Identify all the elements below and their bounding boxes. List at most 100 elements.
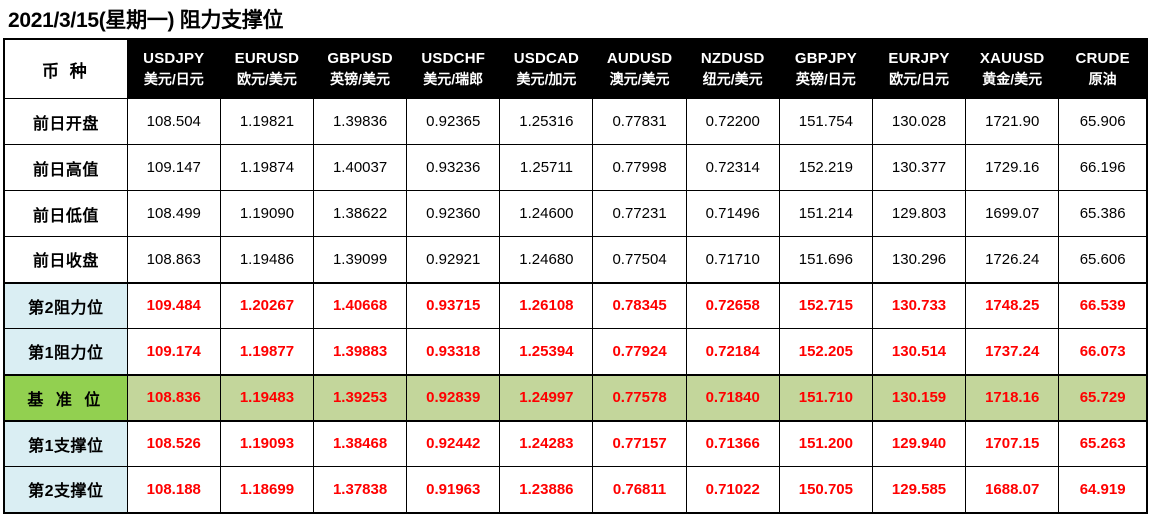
cell-value: 0.71022: [685, 466, 780, 513]
header-col-usdcad: USDCAD 美元/加元: [499, 38, 594, 99]
cell-value: 66.196: [1058, 144, 1148, 191]
table-row: 前日低值 108.499 1.19090 1.38622 0.92360 1.2…: [3, 190, 1148, 237]
cell-value: 1699.07: [965, 190, 1060, 237]
cell-value: 1.39836: [313, 98, 408, 145]
cell-value: 0.71366: [685, 420, 780, 467]
row-label: 第1支撑位: [3, 420, 128, 467]
header-code: GBPUSD: [327, 50, 393, 68]
cell-value: 1688.07: [965, 466, 1060, 513]
cell-value: 130.377: [871, 144, 967, 191]
table-row: 第2阻力位 109.484 1.20267 1.40668 0.93715 1.…: [3, 281, 1148, 329]
cell-value: 0.92921: [406, 236, 501, 283]
cell-value: 108.526: [126, 420, 221, 467]
header-col-xauusd: XAUUSD 黄金/美元: [965, 38, 1060, 99]
cell-value: 0.93236: [406, 144, 501, 191]
cell-value: 108.863: [126, 236, 221, 283]
cell-value: 0.77998: [592, 144, 687, 191]
cell-value: 1.19877: [219, 328, 315, 375]
cell-value: 1.18699: [219, 466, 315, 513]
cell-value: 1.24283: [499, 420, 594, 467]
header-cn: 原油: [1088, 70, 1117, 87]
cell-value: 0.78345: [592, 281, 687, 329]
cell-value: 1.38622: [313, 190, 408, 237]
cell-value: 0.93318: [406, 328, 501, 375]
pivot-levels-table: 币 种 USDJPY 美元/日元 EURUSD 欧元/美元 GBPUSD 英镑/…: [3, 38, 1148, 514]
cell-value: 109.484: [126, 281, 221, 329]
cell-value: 151.200: [778, 420, 873, 467]
cell-value: 1.25316: [499, 98, 594, 145]
cell-value: 0.77157: [592, 420, 687, 467]
page-root: 2021/3/15(星期一) 阻力支撑位 币 种 USDJPY 美元/日元 EU…: [0, 0, 1151, 525]
cell-value: 0.92442: [406, 420, 501, 467]
header-cn: 欧元/美元: [236, 70, 297, 87]
header-col-eurusd: EURUSD 欧元/美元: [219, 38, 315, 99]
cell-value: 65.906: [1058, 98, 1148, 145]
header-code: GBPJPY: [794, 50, 857, 68]
cell-value: 1707.15: [965, 420, 1060, 467]
cell-value: 64.919: [1058, 466, 1148, 513]
cell-value: 0.77924: [592, 328, 687, 375]
cell-value: 0.77578: [592, 373, 687, 422]
cell-value: 1.38468: [313, 420, 408, 467]
header-code: USDCAD: [513, 50, 580, 68]
row-label: 前日收盘: [3, 236, 128, 283]
cell-value: 108.504: [126, 98, 221, 145]
cell-value: 152.219: [778, 144, 873, 191]
cell-value: 0.72314: [685, 144, 780, 191]
row-label: 前日低值: [3, 190, 128, 237]
cell-value: 1.25394: [499, 328, 594, 375]
header-cn: 纽元/美元: [702, 70, 763, 87]
table-row: 前日高值 109.147 1.19874 1.40037 0.93236 1.2…: [3, 144, 1148, 191]
header-code: AUDUSD: [606, 50, 673, 68]
cell-value: 0.72200: [685, 98, 780, 145]
title-bar: 2021/3/15(星期一) 阻力支撑位: [0, 0, 1151, 38]
cell-value: 130.733: [871, 281, 967, 329]
cell-value: 0.92839: [406, 373, 501, 422]
header-code: CRUDE: [1075, 50, 1130, 68]
cell-value: 1.19821: [219, 98, 315, 145]
header-cn: 英镑/美元: [330, 70, 391, 87]
cell-value: 108.836: [126, 373, 221, 422]
cell-value: 0.71496: [685, 190, 780, 237]
cell-value: 1.24680: [499, 236, 594, 283]
row-label: 前日开盘: [3, 98, 128, 145]
cell-value: 0.76811: [592, 466, 687, 513]
header-col-gbpusd: GBPUSD 英镑/美元: [313, 38, 408, 99]
row-label: 前日高值: [3, 144, 128, 191]
header-cn: 欧元/日元: [889, 70, 949, 87]
header-cn: 美元/瑞郎: [423, 70, 484, 87]
page-title: 2021/3/15(星期一) 阻力支撑位: [8, 9, 284, 32]
cell-value: 1.23886: [499, 466, 594, 513]
cell-value: 151.214: [778, 190, 873, 237]
table-row: 前日开盘 108.504 1.19821 1.39836 0.92365 1.2…: [3, 98, 1148, 145]
cell-value: 1.37838: [313, 466, 408, 513]
header-code: NZDUSD: [700, 50, 765, 68]
header-currency-label: 币 种: [3, 38, 128, 99]
cell-value: 1.19483: [219, 373, 315, 422]
header-cn: 美元/日元: [143, 70, 204, 87]
cell-value: 1721.90: [965, 98, 1060, 145]
cell-value: 150.705: [778, 466, 873, 513]
cell-value: 0.77831: [592, 98, 687, 145]
cell-value: 1.40668: [313, 281, 408, 329]
cell-value: 1726.24: [965, 236, 1060, 283]
cell-value: 129.940: [871, 420, 967, 467]
cell-value: 65.606: [1058, 236, 1148, 283]
row-label: 第2阻力位: [3, 281, 128, 329]
cell-value: 1.19093: [219, 420, 315, 467]
row-label: 第1阻力位: [3, 328, 128, 375]
cell-value: 0.77231: [592, 190, 687, 237]
cell-value: 0.72658: [685, 281, 780, 329]
header-code: USDCHF: [421, 50, 486, 68]
cell-value: 0.72184: [685, 328, 780, 375]
header-cn: 澳元/美元: [609, 70, 670, 87]
row-label: 基 准 位: [3, 373, 128, 422]
cell-value: 0.93715: [406, 281, 501, 329]
cell-value: 108.499: [126, 190, 221, 237]
header-col-gbpjpy: GBPJPY 英镑/日元: [778, 38, 873, 99]
cell-value: 1737.24: [965, 328, 1060, 375]
cell-value: 0.92365: [406, 98, 501, 145]
table-body: 前日开盘 108.504 1.19821 1.39836 0.92365 1.2…: [3, 98, 1148, 513]
cell-value: 151.754: [778, 98, 873, 145]
cell-value: 1.24997: [499, 373, 594, 422]
